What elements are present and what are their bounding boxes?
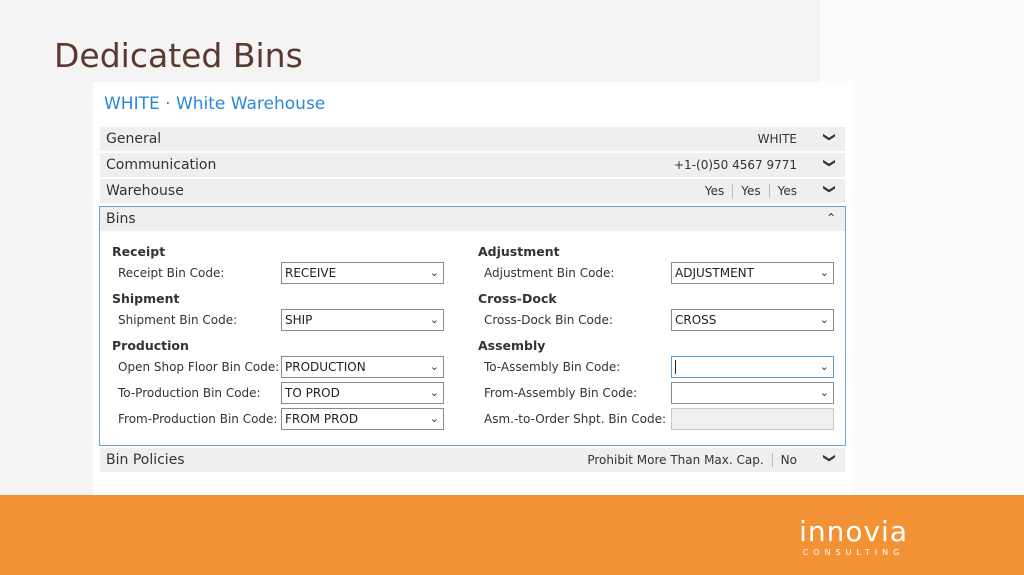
chevron-down-icon[interactable]: ⌄ xyxy=(820,313,829,326)
group-cross-dock: Cross-Dock xyxy=(478,291,557,306)
chevron-up-icon[interactable]: ⌃ xyxy=(826,211,836,225)
fasttab-label: Bins xyxy=(106,211,136,227)
fasttab-warehouse[interactable]: Warehouse Yes Yes Yes ❯ xyxy=(100,179,845,203)
adjustment-bin-code-label: Adjustment Bin Code: xyxy=(484,266,615,280)
fasttab-summary: +1-(0)50 4567 9771 xyxy=(674,158,797,172)
cross-dock-bin-code-field[interactable]: CROSS ⌄ xyxy=(671,309,834,331)
warehouse-card: WHITE · White Warehouse General WHITE ❯ … xyxy=(93,82,853,496)
group-production: Production xyxy=(112,338,189,353)
fasttab-summary: WHITE xyxy=(757,132,797,146)
fasttab-label: Bin Policies xyxy=(106,452,185,468)
group-shipment: Shipment xyxy=(112,291,180,306)
from-assembly-bin-code-label: From-Assembly Bin Code: xyxy=(484,386,638,400)
to-assembly-bin-code-label: To-Assembly Bin Code: xyxy=(484,360,621,374)
fasttab-bins: Bins ⌃ Receipt Receipt Bin Code: RECEIVE… xyxy=(99,206,846,446)
receipt-bin-code-label: Receipt Bin Code: xyxy=(118,266,225,280)
to-assembly-bin-code-field[interactable]: ⌄ xyxy=(671,356,834,378)
from-production-bin-code-field[interactable]: FROM PROD ⌄ xyxy=(281,408,444,430)
slide-title: Dedicated Bins xyxy=(54,36,303,75)
group-receipt: Receipt xyxy=(112,244,166,259)
fasttab-bin-policies[interactable]: Bin Policies Prohibit More Than Max. Cap… xyxy=(100,448,845,472)
chevron-down-icon[interactable]: ⌄ xyxy=(820,266,829,279)
chevron-down-icon[interactable]: ⌄ xyxy=(430,313,439,326)
asm-to-order-shpt-bin-code-label: Asm.-to-Order Shpt. Bin Code: xyxy=(484,412,667,426)
to-production-bin-code-label: To-Production Bin Code: xyxy=(118,386,261,400)
chevron-down-icon[interactable]: ⌄ xyxy=(820,360,829,373)
asm-to-order-shpt-bin-code-field xyxy=(671,408,834,430)
fasttab-label: General xyxy=(106,131,162,147)
group-adjustment: Adjustment xyxy=(478,244,560,259)
group-assembly: Assembly xyxy=(478,338,546,353)
shipment-bin-code-field[interactable]: SHIP ⌄ xyxy=(281,309,444,331)
chevron-down-icon[interactable]: ⌄ xyxy=(430,266,439,279)
open-shop-floor-bin-code-field[interactable]: PRODUCTION ⌄ xyxy=(281,356,444,378)
fasttab-general[interactable]: General WHITE ❯ xyxy=(100,127,845,151)
fasttab-label: Warehouse xyxy=(106,183,184,199)
adjustment-bin-code-field[interactable]: ADJUSTMENT ⌄ xyxy=(671,262,834,284)
chevron-down-icon[interactable]: ⌄ xyxy=(430,412,439,425)
company-logo: innovia CONSULTING xyxy=(799,515,908,557)
from-production-bin-code-label: From-Production Bin Code: xyxy=(118,412,278,426)
to-production-bin-code-field[interactable]: TO PROD ⌄ xyxy=(281,382,444,404)
cross-dock-bin-code-label: Cross-Dock Bin Code: xyxy=(484,313,613,327)
fasttab-summary: Prohibit More Than Max. Cap. No xyxy=(587,453,797,467)
fasttab-communication[interactable]: Communication +1-(0)50 4567 9771 ❯ xyxy=(100,153,845,177)
chevron-down-icon[interactable]: ❯ xyxy=(823,184,837,194)
fasttab-label: Communication xyxy=(106,157,217,173)
text-caret xyxy=(675,360,676,374)
chevron-down-icon[interactable]: ⌄ xyxy=(430,360,439,373)
receipt-bin-code-field[interactable]: RECEIVE ⌄ xyxy=(281,262,444,284)
shipment-bin-code-label: Shipment Bin Code: xyxy=(118,313,238,327)
fasttab-bins-header[interactable]: Bins ⌃ xyxy=(100,207,845,231)
chevron-down-icon[interactable]: ⌄ xyxy=(430,386,439,399)
chevron-down-icon[interactable]: ❯ xyxy=(823,132,837,142)
chevron-down-icon[interactable]: ❯ xyxy=(823,158,837,168)
from-assembly-bin-code-field[interactable]: ⌄ xyxy=(671,382,834,404)
fasttab-summary: Yes Yes Yes xyxy=(704,184,797,198)
chevron-down-icon[interactable]: ⌄ xyxy=(820,386,829,399)
chevron-down-icon[interactable]: ❯ xyxy=(823,453,837,463)
card-title: WHITE · White Warehouse xyxy=(104,94,326,114)
open-shop-floor-bin-code-label: Open Shop Floor Bin Code: xyxy=(118,360,280,374)
